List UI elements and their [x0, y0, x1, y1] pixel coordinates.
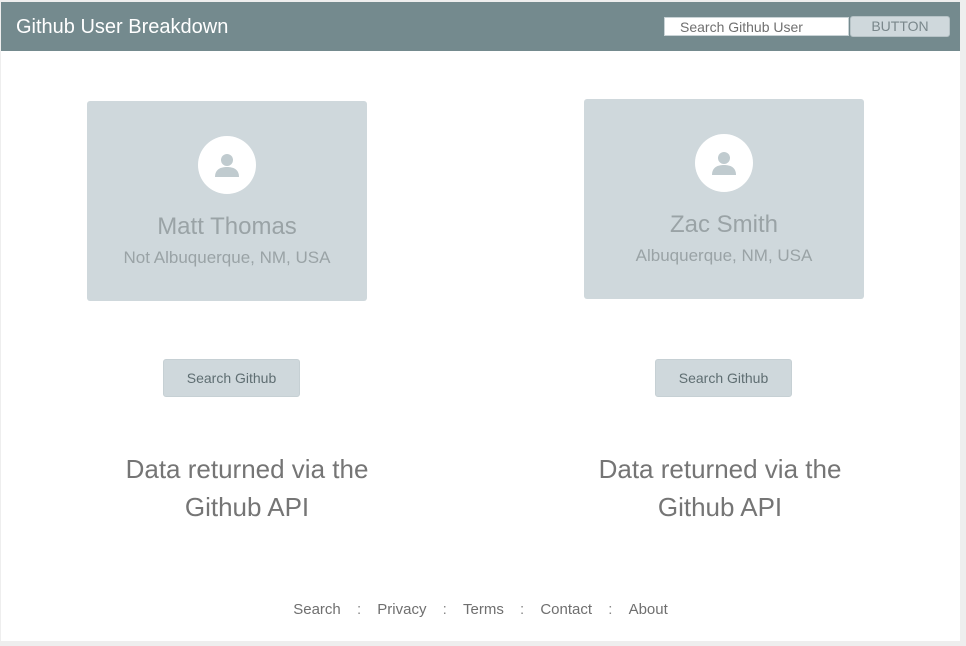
avatar: [695, 134, 753, 192]
avatar: [198, 136, 256, 194]
footer: Search : Privacy : Terms : Contact : Abo…: [1, 601, 960, 618]
user-card-right: Zac Smith Albuquerque, NM, USA: [584, 99, 864, 299]
footer-link-contact[interactable]: Contact: [540, 601, 592, 618]
footer-separator: :: [608, 601, 613, 618]
search-button[interactable]: BUTTON: [850, 16, 950, 37]
footer-separator: :: [356, 601, 362, 618]
footer-link-privacy[interactable]: Privacy: [377, 601, 426, 618]
data-text-line: Data returned via the: [125, 454, 369, 484]
user-name: Matt Thomas: [157, 213, 297, 240]
data-text-line: Data returned via the: [598, 454, 842, 484]
data-text-line: Github API: [184, 492, 310, 522]
data-text-right: Data returned via the Github API: [560, 450, 880, 526]
app-header: Github User Breakdown BUTTON: [1, 2, 960, 51]
user-location: Not Albuquerque, NM, USA: [123, 248, 331, 267]
footer-link-about[interactable]: About: [629, 601, 668, 618]
footer-link-terms[interactable]: Terms: [463, 601, 504, 618]
data-text-left: Data returned via the Github API: [87, 450, 407, 526]
footer-separator: :: [520, 601, 525, 618]
search-github-button-left[interactable]: Search Github: [163, 359, 300, 397]
user-card-left: Matt Thomas Not Albuquerque, NM, USA: [87, 101, 367, 301]
app-frame: Github User Breakdown BUTTON Matt Thomas…: [1, 2, 960, 641]
person-icon: [215, 154, 239, 177]
data-text-line: Github API: [657, 492, 783, 522]
app-title: Github User Breakdown: [16, 16, 229, 38]
person-icon: [712, 152, 736, 175]
footer-link-search[interactable]: Search: [293, 601, 341, 618]
user-name: Zac Smith: [669, 211, 779, 238]
footer-separator: :: [442, 601, 447, 618]
search-input[interactable]: [664, 17, 849, 36]
user-location: Albuquerque, NM, USA: [635, 246, 813, 265]
search-github-button-right[interactable]: Search Github: [655, 359, 792, 397]
